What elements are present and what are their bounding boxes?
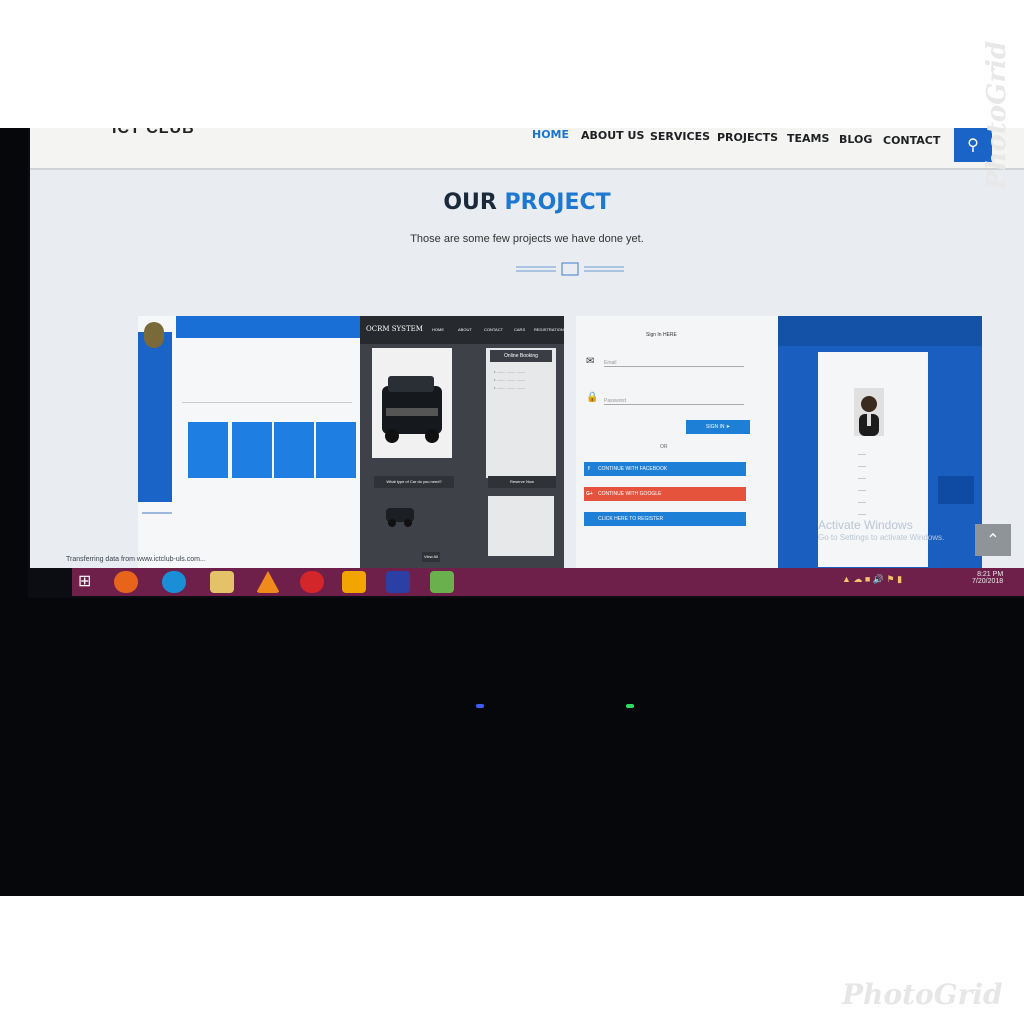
search-icon: ⚲: [967, 137, 979, 154]
ocrm-panel-title: Online Booking: [490, 350, 552, 362]
browser-status-text: Transferring data from www.ictclub-uls.c…: [66, 556, 206, 563]
nav-projects[interactable]: PROJECTS: [717, 131, 778, 144]
ocrm-form-area: [488, 496, 554, 556]
signin-or: OR: [660, 444, 668, 450]
profile-side-block: [938, 476, 974, 504]
car-thumbnail-icon: [382, 500, 418, 528]
facebook-login-label: CONTINUE WITH FACEBOOK: [598, 466, 668, 472]
ocrm-header: OCRM SYSTEM HOME ABOUT CONTACT CARS REGI…: [360, 316, 564, 344]
ocrm-title: OCRM SYSTEM: [366, 325, 423, 333]
title-part-our: OUR: [443, 190, 497, 215]
nav-teams[interactable]: TEAMS: [787, 132, 829, 145]
nav-services[interactable]: SERVICES: [650, 130, 710, 143]
register-label: CLICK HERE TO REGISTER: [598, 516, 664, 522]
dashboard-sidebar: [138, 332, 172, 502]
signin-email-field[interactable]: Email: [604, 360, 744, 367]
firefox-icon[interactable]: [114, 571, 138, 593]
profile-avatar: [854, 388, 884, 436]
facebook-icon: f: [588, 466, 590, 472]
dashboard-topbar: [176, 316, 360, 338]
google-plus-icon: G+: [586, 491, 593, 497]
club-logo-icon: [144, 322, 164, 348]
browser-screen: ICT CLUB HOME ABOUT US SERVICES PROJECTS…: [30, 128, 1024, 568]
tray-icons[interactable]: ▲ ☁ ■ 🔊 ⚑ ▮: [842, 574, 952, 588]
ocrm-menu-registration[interactable]: REGISTRATION: [534, 327, 564, 332]
site-brand[interactable]: ICT CLUB: [112, 128, 195, 138]
scroll-to-top-button[interactable]: ⌃: [975, 524, 1011, 556]
ocrm-view-all-button[interactable]: View All: [422, 552, 440, 562]
nav-about-us[interactable]: ABOUT US: [581, 129, 644, 142]
section-subtitle: Those are some few projects we have done…: [410, 233, 644, 245]
windows-taskbar: ⊞ ▲ ☁ ■ 🔊 ⚑ ▮ 8:21 PM 7/20/2018: [72, 568, 1024, 596]
signin-button-label: SIGN IN: [705, 424, 725, 430]
nav-contact[interactable]: CONTACT: [883, 134, 940, 147]
ocrm-menu-contact[interactable]: CONTACT: [484, 327, 503, 332]
google-login-button[interactable]: G+ CONTINUE WITH GOOGLE: [584, 487, 746, 501]
ocrm-booking-panel: Online Booking • ........ ........ .....…: [486, 348, 556, 478]
signin-button[interactable]: SIGN IN ➤: [686, 420, 750, 434]
ocrm-reserve-button[interactable]: Reserve Now: [488, 476, 556, 488]
title-part-project: PROJECT: [504, 190, 611, 215]
lock-icon: 🔒: [586, 392, 599, 403]
taskbar-clock[interactable]: 8:21 PM 7/20/2018: [972, 571, 1003, 585]
activate-windows-title: Activate Windows: [818, 518, 913, 532]
ocrm-car-type-button[interactable]: What type of Car do you need?: [374, 476, 454, 488]
section-divider-icon: [516, 262, 624, 276]
nav-blog[interactable]: BLOG: [839, 133, 872, 146]
ocrm-menu-cars[interactable]: CARS: [514, 327, 525, 332]
profile-details: —— —— —— —— —— ——: [858, 451, 866, 516]
signin-heading: Sign In HERE: [646, 332, 677, 338]
section-title: OUR PROJECT: [30, 190, 1024, 215]
activate-windows-subtitle: Go to Settings to activate Windows.: [818, 533, 945, 542]
project-card-dashboard[interactable]: [138, 316, 360, 568]
keyboard-led: [626, 704, 634, 708]
photogrid-watermark: PhotoGrid: [842, 978, 1003, 1011]
signin-password-field[interactable]: Password: [604, 398, 744, 405]
envelope-icon: ✉: [586, 356, 595, 367]
taskbar-time: 8:21 PM: [977, 571, 1004, 578]
facebook-login-button[interactable]: f CONTINUE WITH FACEBOOK: [584, 462, 746, 476]
folder-icon[interactable]: [430, 571, 454, 593]
chevron-up-icon: ⌃: [986, 532, 1000, 549]
ocrm-panel-text: • ........ ........ ........ • ........ .…: [494, 369, 526, 390]
opera-icon[interactable]: [300, 571, 324, 593]
taskbar-date: 7/20/2018: [972, 578, 1004, 585]
file-explorer-icon[interactable]: [210, 571, 234, 593]
project-card-ocrm[interactable]: OCRM SYSTEM HOME ABOUT CONTACT CARS REGI…: [360, 316, 564, 568]
internet-explorer-icon[interactable]: [162, 571, 186, 593]
google-login-label: CONTINUE WITH GOOGLE: [598, 491, 662, 497]
app-icon[interactable]: [386, 571, 410, 593]
photogrid-watermark-vertical: PhotoGrid: [982, 40, 1012, 190]
dashboard-tile: [316, 422, 356, 478]
dashboard-tile: [188, 422, 228, 478]
windows-start-icon[interactable]: ⊞: [78, 571, 102, 593]
ocrm-menu-home[interactable]: HOME: [432, 327, 444, 332]
ocrm-car-image: [372, 348, 452, 458]
ocrm-menu-about[interactable]: ABOUT: [458, 327, 472, 332]
nav-home[interactable]: HOME: [532, 128, 569, 141]
sublime-icon[interactable]: [342, 571, 366, 593]
project-card-signin[interactable]: Sign In HERE ✉ Email 🔒 Password SIGN IN …: [576, 316, 784, 568]
dashboard-menu-line: [142, 512, 172, 514]
vlc-icon[interactable]: [256, 571, 280, 593]
dashboard-tile: [232, 422, 272, 478]
profile-topbar: [778, 316, 982, 346]
register-button[interactable]: CLICK HERE TO REGISTER: [584, 512, 746, 526]
dashboard-stats: [182, 354, 352, 403]
site-navbar: ICT CLUB HOME ABOUT US SERVICES PROJECTS…: [30, 128, 1024, 170]
keyboard-led: [476, 704, 484, 708]
car-icon: [382, 376, 442, 443]
dashboard-tile: [274, 422, 314, 478]
